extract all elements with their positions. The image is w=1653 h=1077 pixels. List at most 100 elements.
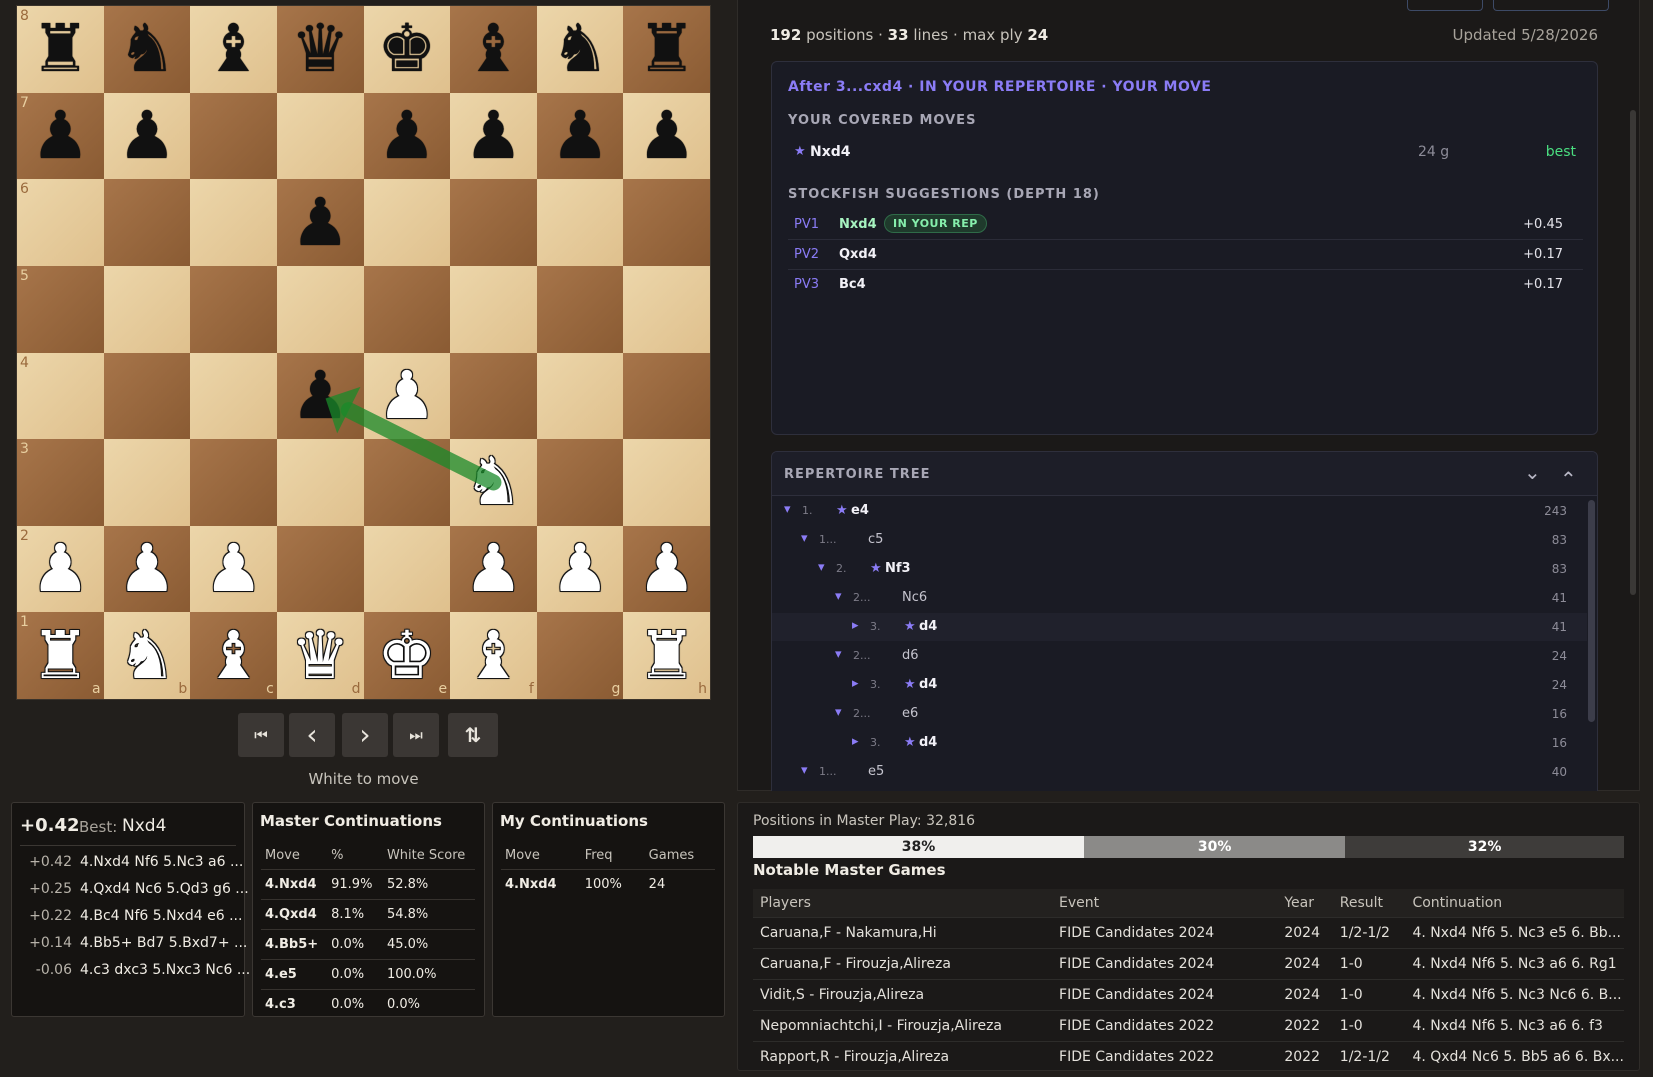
black-pawn-icon[interactable]: ♟: [104, 93, 191, 180]
white-bishop-icon[interactable]: ♝: [190, 612, 277, 699]
white-pawn-icon[interactable]: ♟: [104, 526, 191, 613]
black-rook-icon[interactable]: ♜: [623, 6, 710, 93]
white-pawn-icon[interactable]: ♟: [190, 526, 277, 613]
first-move-button[interactable]: ⏮: [238, 713, 284, 757]
black-bishop-icon[interactable]: ♝: [190, 6, 277, 93]
white-knight-icon[interactable]: ♞: [104, 612, 191, 699]
tree-list[interactable]: ▾ 1. ★ e4 243 ▾ 1... c5 83 ▾ 2. ★ Nf3 83 ▾ 2... Nc6 41 ▸ 3.…: [772, 497, 1587, 791]
black-pawn-icon[interactable]: ♟: [277, 353, 364, 440]
toolbar-button-partial[interactable]: [1407, 0, 1483, 11]
white-pawn-icon[interactable]: ♟: [623, 526, 710, 613]
square-a4[interactable]: 4: [17, 352, 104, 440]
tree-row[interactable]: ▸ 3. ★ d4 24: [772, 671, 1587, 699]
black-pawn-icon[interactable]: ♟: [277, 179, 364, 266]
tree-row[interactable]: ▾ 1. ★ e4 243: [772, 497, 1587, 525]
square-g3[interactable]: [536, 439, 624, 526]
white-king-icon[interactable]: ♚: [364, 612, 451, 699]
master-continuation-row[interactable]: 4.Bb5+ 0.0% 45.0%: [261, 929, 475, 960]
flip-board-button[interactable]: ⇅: [448, 713, 498, 757]
caret-down-icon[interactable]: ▾: [835, 705, 842, 720]
engine-line[interactable]: -0.06 4.c3 dxc3 5.Nxc3 Nc6 ...: [20, 959, 250, 983]
black-knight-icon[interactable]: ♞: [537, 6, 624, 93]
caret-right-icon[interactable]: ▸: [852, 676, 859, 691]
master-continuation-row[interactable]: 4.e5 0.0% 100.0%: [261, 959, 475, 990]
square-f6[interactable]: [450, 179, 537, 266]
tree-row[interactable]: ▾ 1... e5 40: [772, 758, 1587, 786]
caret-down-icon[interactable]: ▾: [801, 763, 808, 778]
white-pawn-icon[interactable]: ♟: [17, 526, 104, 613]
square-h6[interactable]: [623, 179, 710, 266]
tree-row[interactable]: ▾ 2... d6 24: [772, 642, 1587, 670]
square-e5[interactable]: [363, 265, 451, 353]
tree-row[interactable]: ▾ 2. ★ Nf3 83: [772, 555, 1587, 583]
panel-scrollbar[interactable]: [1630, 110, 1636, 595]
square-a6[interactable]: 6: [17, 179, 104, 266]
square-f5[interactable]: [450, 265, 537, 353]
square-c4[interactable]: [190, 352, 277, 440]
square-e3[interactable]: [363, 439, 451, 526]
white-pawn-icon[interactable]: ♟: [537, 526, 624, 613]
black-knight-icon[interactable]: ♞: [104, 6, 191, 93]
stockfish-line[interactable]: PV1 Nxd4 IN YOUR REP +0.45: [788, 210, 1583, 240]
tree-row[interactable]: ▾ 2... Nc6 41: [772, 584, 1587, 612]
caret-down-icon[interactable]: ▾: [801, 531, 808, 546]
square-c7[interactable]: [190, 92, 277, 180]
square-e6[interactable]: [363, 179, 451, 266]
covered-move-row[interactable]: ★ Nxd4 24 g best: [788, 138, 1583, 166]
engine-line[interactable]: +0.42 4.Nxd4 Nf6 5.Nc3 a6 ...: [20, 851, 243, 875]
square-h3[interactable]: [623, 439, 710, 526]
black-bishop-icon[interactable]: ♝: [450, 6, 537, 93]
prev-move-button[interactable]: ‹: [289, 713, 335, 757]
collapse-all-icon[interactable]: ⌃: [1560, 467, 1577, 491]
square-g4[interactable]: [536, 352, 624, 440]
white-rook-icon[interactable]: ♜: [623, 612, 710, 699]
engine-line[interactable]: +0.25 4.Qxd4 Nc6 5.Qd3 g6 ...: [20, 878, 249, 902]
master-continuation-row[interactable]: 4.c3 0.0% 0.0%: [261, 989, 475, 1019]
square-c3[interactable]: [190, 439, 277, 526]
square-a5[interactable]: 5: [17, 265, 104, 353]
square-b5[interactable]: [103, 265, 191, 353]
square-a3[interactable]: 3: [17, 439, 104, 526]
caret-down-icon[interactable]: ▾: [835, 589, 842, 604]
last-move-button[interactable]: ⏭: [393, 713, 439, 757]
black-queen-icon[interactable]: ♛: [277, 6, 364, 93]
stockfish-line[interactable]: PV3 Bc4 +0.17: [788, 270, 1583, 299]
square-d7[interactable]: [276, 92, 364, 180]
square-c5[interactable]: [190, 265, 277, 353]
tree-row[interactable]: ▾ 1... c5 83: [772, 526, 1587, 554]
stockfish-line[interactable]: PV2 Qxd4 +0.17: [788, 240, 1583, 270]
tree-row[interactable]: ▸ 3. ★ d4 41: [772, 613, 1587, 641]
white-pawn-icon[interactable]: ♟: [450, 526, 537, 613]
square-b6[interactable]: [103, 179, 191, 266]
white-pawn-icon[interactable]: ♟: [364, 353, 451, 440]
white-bishop-icon[interactable]: ♝: [450, 612, 537, 699]
square-g5[interactable]: [536, 265, 624, 353]
caret-down-icon[interactable]: ▾: [835, 647, 842, 662]
square-h5[interactable]: [623, 265, 710, 353]
black-king-icon[interactable]: ♚: [364, 6, 451, 93]
square-b4[interactable]: [103, 352, 191, 440]
master-continuation-row[interactable]: 4.Nxd4 91.9% 52.8%: [261, 869, 475, 900]
toolbar-button-partial[interactable]: [1493, 0, 1609, 11]
black-pawn-icon[interactable]: ♟: [17, 93, 104, 180]
black-pawn-icon[interactable]: ♟: [364, 93, 451, 180]
notable-game-row[interactable]: Caruana,F - Firouzja,Alireza FIDE Candida…: [753, 948, 1624, 980]
black-pawn-icon[interactable]: ♟: [537, 93, 624, 180]
master-continuation-row[interactable]: 4.Qxd4 8.1% 54.8%: [261, 899, 475, 930]
black-pawn-icon[interactable]: ♟: [450, 93, 537, 180]
square-d3[interactable]: [276, 439, 364, 526]
square-h4[interactable]: [623, 352, 710, 440]
white-knight-icon[interactable]: ♞: [450, 439, 537, 526]
tree-scrollbar[interactable]: [1588, 500, 1595, 722]
tree-row[interactable]: ▾ 2... e6 16: [772, 700, 1587, 728]
expand-all-icon[interactable]: ⌄: [1524, 460, 1541, 484]
caret-right-icon[interactable]: ▸: [852, 734, 859, 749]
notable-game-row[interactable]: Caruana,F - Nakamura,Hi FIDE Candidates 2…: [753, 917, 1624, 949]
white-rook-icon[interactable]: ♜: [17, 612, 104, 699]
my-continuation-row[interactable]: 4.Nxd4 100% 24: [501, 869, 715, 899]
square-f4[interactable]: [450, 352, 537, 440]
square-b3[interactable]: [103, 439, 191, 526]
caret-down-icon[interactable]: ▾: [784, 502, 791, 517]
next-move-button[interactable]: ›: [342, 713, 388, 757]
chess-board[interactable]: 8 ♜ ♞ ♝ ♛ ♚ ♝ ♞ ♜ 7 ♟ ♟ ♟ ♟ ♟ ♟ 6 ♟ 5 4 ♟ ♟ 3 ♞ 2 ♟ ♟ ♟ ♟ ♟ ♟ 1 a ♜ b ♞ c ♝ d ♛…: [17, 6, 710, 699]
